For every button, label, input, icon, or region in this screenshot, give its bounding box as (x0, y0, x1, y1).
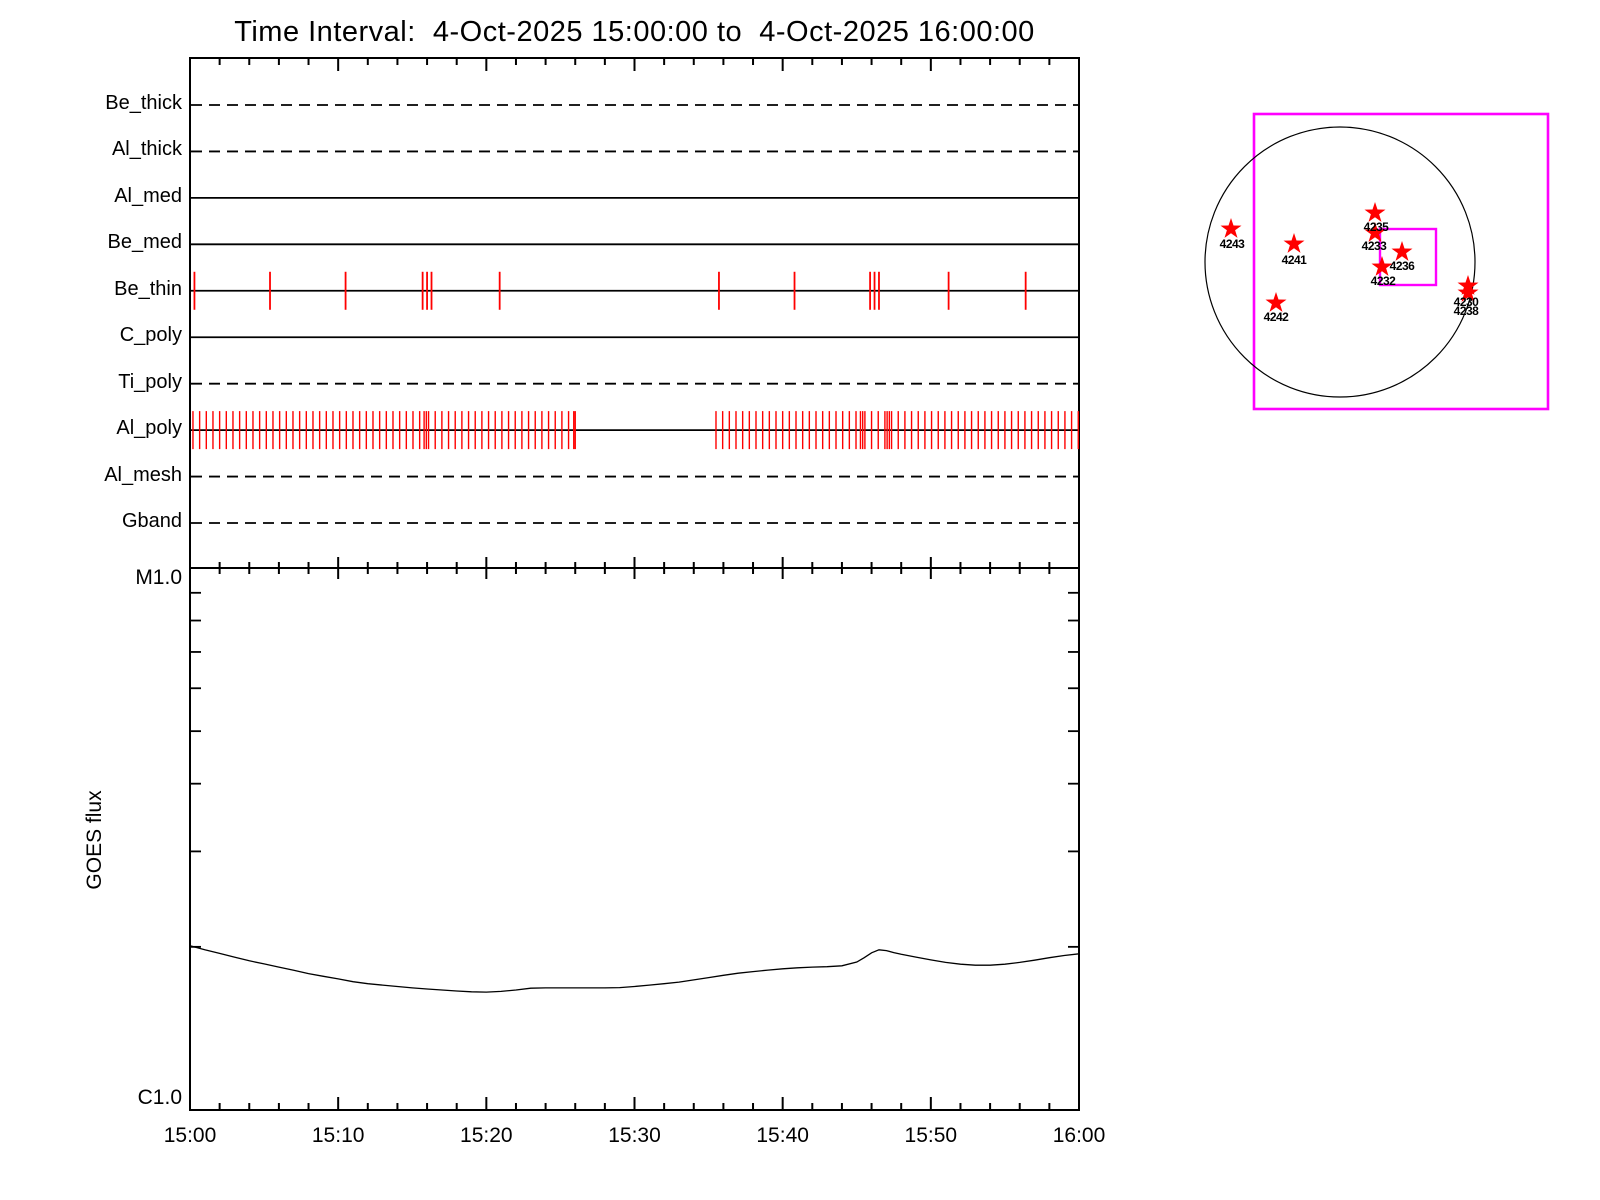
solar-limb-circle (1204, 126, 1476, 398)
filter-label-be-med: Be_med (107, 231, 183, 254)
active-region-label-5: 4232 (1370, 274, 1396, 288)
active-region-label-4: 4236 (1389, 259, 1415, 273)
filter-label-be-thick: Be_thick (105, 92, 182, 114)
xtick-label-3: 15:30 (608, 1124, 661, 1147)
active-region-star-4243 (1220, 218, 1242, 238)
time-axis-ticks (189, 59, 1080, 1109)
goes-ytick-top: M1.0 (135, 566, 182, 589)
active-region-label-6: 4242 (1263, 310, 1289, 324)
plot-canvas (189, 57, 1550, 1111)
active-region-star-4235 (1364, 202, 1386, 222)
goes-y-axis-title: GOES flux (83, 790, 106, 890)
filter-label-be-thin: Be_thin (114, 277, 182, 300)
filter-label-al-poly: Al_poly (116, 417, 182, 440)
filter-row-lines (191, 104, 1078, 524)
filter-label-al-med: Al_med (114, 184, 182, 207)
active-region-label-1: 4241 (1281, 253, 1307, 267)
active-region-star-4241 (1283, 233, 1305, 253)
goes-ytick-bottom: C1.0 (137, 1086, 182, 1109)
active-region-label-2: 4235 (1363, 220, 1389, 234)
goes-flux-curve (189, 945, 1080, 993)
filter-label-ti-poly: Ti_poly (118, 370, 182, 393)
xtick-label-2: 15:20 (460, 1124, 513, 1147)
xtick-label-1: 15:10 (311, 1124, 365, 1147)
xtick-label-6: 16:00 (1052, 1124, 1106, 1147)
active-region-label-8: 4238 (1453, 304, 1479, 318)
filter-label-gband: Gband (121, 510, 182, 532)
goes-log-ticks (191, 591, 1078, 948)
page-title: Time Interval: 4-Oct-2025 15:00:00 to 4-… (234, 16, 1035, 48)
screenshot-root: Time Interval: 4-Oct-2025 15:00:00 to 4-… (0, 0, 1600, 1200)
active-region-star-4242 (1265, 292, 1287, 312)
xtick-label-5: 15:50 (904, 1124, 958, 1147)
filter-label-al-thick: Al_thick (111, 138, 182, 161)
filter-label-al-mesh: Al_mesh (104, 463, 182, 486)
panel-frames (189, 57, 1080, 1111)
xtick-label-4: 15:40 (756, 1124, 809, 1147)
filter-label-c-poly: C_poly (119, 324, 182, 347)
xtick-label-0: 15:00 (163, 1124, 217, 1147)
active-region-label-3: 4233 (1361, 239, 1387, 253)
active-region-label-0: 4243 (1219, 237, 1245, 251)
